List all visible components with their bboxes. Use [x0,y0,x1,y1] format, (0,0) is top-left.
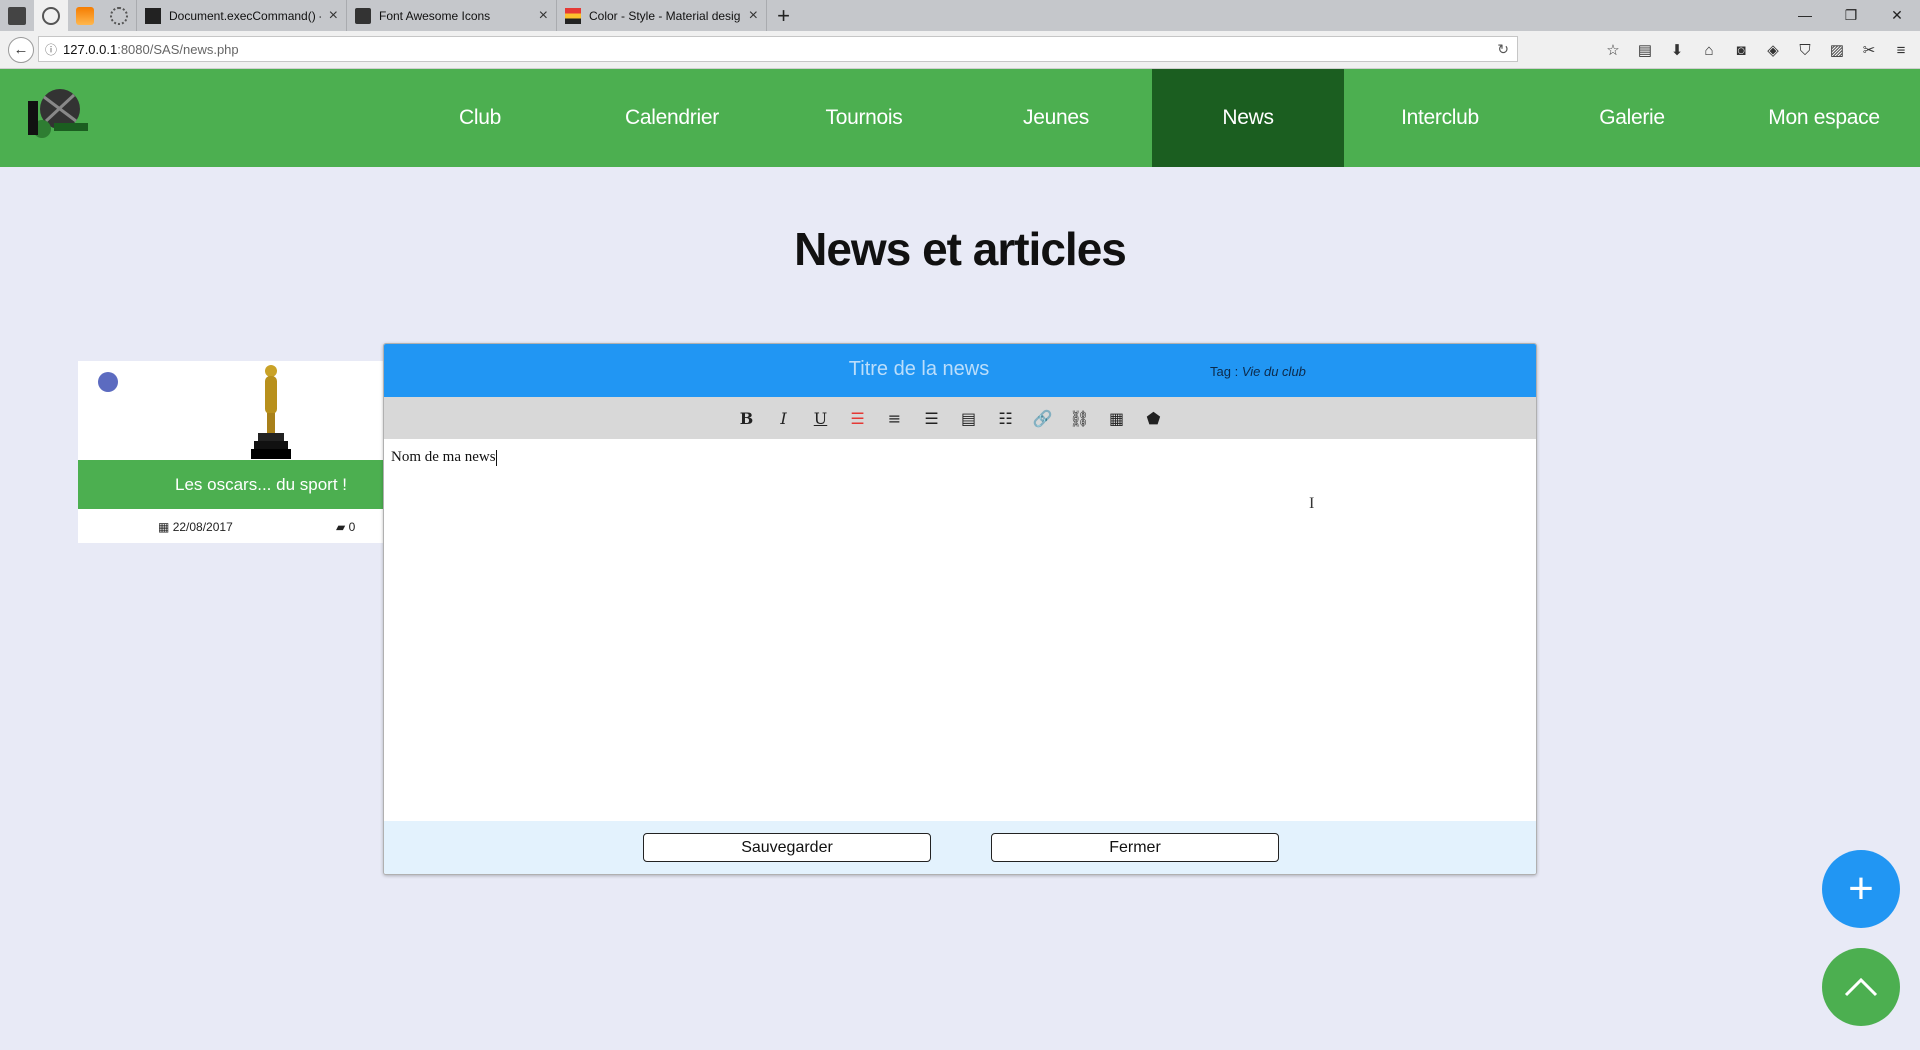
reader-icon[interactable]: ▤ [1632,37,1658,63]
browser-nav-bar: ← ⓘ 127.0.0.1:8080/SAS/news.php ↻ ☆ ▤ ⬇ … [0,31,1920,69]
chevron-up-icon [1844,977,1878,997]
close-tab-icon[interactable]: × [329,7,338,25]
download-icon[interactable]: ⬇ [1664,37,1690,63]
underline-icon[interactable]: U [809,406,833,430]
card-meta: ▦ 22/08/2017 ▰ 0 [78,509,384,543]
url-text: 127.0.0.1:8080/SAS/news.php [63,41,239,57]
align-justify-icon[interactable]: ▤ [957,406,981,430]
nav-club[interactable]: Club [384,69,576,167]
site-header: Club Calendrier Tournois Jeunes News Int… [0,69,1920,167]
editor-footer: Sauvegarder Fermer [384,821,1536,874]
video-icon [8,6,26,25]
pinned-tab-active[interactable] [34,0,68,31]
pinned-tab[interactable] [68,0,102,31]
link-icon[interactable]: 🔗 [1031,406,1055,430]
editor-content[interactable]: Nom de ma news I [384,439,1536,823]
editor-text: Nom de ma news [391,449,496,465]
browser-tab-strip: Document.execCommand() - × Font Awesome … [0,0,1920,31]
back-button[interactable]: ← [8,36,34,63]
pinned-tab[interactable] [102,0,136,31]
news-tag[interactable]: Tag : Vie du club [1210,364,1306,379]
new-tab-button[interactable]: + [766,0,800,31]
tag-label: Tag : [1210,364,1239,379]
pocket-icon[interactable]: ◙ [1728,37,1754,63]
extension-icon[interactable]: ◈ [1760,37,1786,63]
scroll-top-button[interactable] [1822,948,1900,1026]
card-comments: ▰ 0 [336,520,355,534]
add-news-button[interactable]: + [1822,850,1900,928]
tag-icon[interactable]: ⬟ [1142,406,1166,430]
text-caret [495,449,497,466]
home-icon[interactable]: ⌂ [1696,37,1722,63]
graph-icon[interactable]: ▨ [1824,37,1850,63]
news-editor-modal: Titre de la news Tag : Vie du club B I U… [383,343,1537,875]
browser-toolbar: ☆ ▤ ⬇ ⌂ ◙ ◈ ⛉ ▨ ✂ ≡ [1600,37,1914,63]
url-bar[interactable]: ⓘ 127.0.0.1:8080/SAS/news.php ↻ [38,36,1518,62]
align-right-icon[interactable]: ☰ [920,406,944,430]
align-center-icon[interactable]: ≡ [883,406,907,430]
restore-icon[interactable]: ❐ [1828,0,1874,30]
bookmark-star-icon[interactable]: ☆ [1600,37,1626,63]
close-tab-icon[interactable]: × [539,7,548,25]
date-text: 22/08/2017 [172,520,233,534]
oscar-statuette-image [251,365,291,459]
gear-icon [110,6,128,25]
card-title[interactable]: Les oscars... du sport ! [78,460,384,509]
browser-tab[interactable]: Font Awesome Icons × [346,0,556,31]
table-icon[interactable]: ▦ [1105,406,1129,430]
pinned-tab[interactable] [0,0,34,31]
bold-icon[interactable]: B [735,406,759,430]
italic-icon[interactable]: I [772,406,796,430]
browser-tab[interactable]: Color - Style - Material design × [556,0,766,31]
flag-icon [355,7,371,24]
news-card[interactable]: Les oscars... du sport ! ▦ 22/08/2017 ▰ … [78,361,384,543]
material-icon [565,7,581,24]
tag-value: Vie du club [1241,364,1306,379]
comment-count: 0 [348,520,356,534]
nav-news[interactable]: News [1152,69,1344,167]
nav-calendrier[interactable]: Calendrier [576,69,768,167]
info-icon[interactable]: ⓘ [39,41,63,58]
close-window-icon[interactable]: ✕ [1874,0,1920,30]
align-left-icon[interactable]: ☰ [846,406,870,430]
menu-icon[interactable]: ≡ [1888,37,1914,63]
mdn-icon [145,7,161,24]
tab-title: Document.execCommand() - [169,8,321,23]
page-title: News et articles [794,223,1127,275]
nav-interclub[interactable]: Interclub [1344,69,1536,167]
editor-toolbar: B I U ☰ ≡ ☰ ▤ ☷ 🔗 ⛓ ▦ ⬟ [384,397,1536,439]
nav-jeunes[interactable]: Jeunes [960,69,1152,167]
club-logo[interactable] [24,83,94,145]
close-tab-icon[interactable]: × [749,7,758,25]
editor-header: Titre de la news Tag : Vie du club [384,344,1536,397]
card-date: ▦ 22/08/2017 [158,520,233,534]
browser-tab[interactable]: Document.execCommand() - × [136,0,346,31]
shield-icon[interactable]: ⛉ [1792,37,1818,63]
window-controls: — ❐ ✕ [1782,0,1920,30]
nav-galerie[interactable]: Galerie [1536,69,1728,167]
calendar-icon: ▦ [158,520,170,534]
list-icon[interactable]: ☷ [994,406,1018,430]
tools-icon[interactable]: ✂ [1856,37,1882,63]
close-button[interactable]: Fermer [991,833,1279,862]
unlink-icon[interactable]: ⛓ [1068,406,1092,430]
plus-icon: + [1848,864,1874,913]
globe-icon [42,6,60,25]
save-button[interactable]: Sauvegarder [643,833,931,862]
tab-title: Color - Style - Material design [589,8,741,23]
nav-mon-espace[interactable]: Mon espace [1728,69,1920,167]
main-nav: Club Calendrier Tournois Jeunes News Int… [384,69,1920,167]
reload-icon[interactable]: ↻ [1497,41,1509,58]
comment-icon: ▰ [336,520,346,534]
flame-icon [76,6,94,25]
minimize-icon[interactable]: — [1782,0,1828,30]
nav-tournois[interactable]: Tournois [768,69,960,167]
tab-title: Font Awesome Icons [379,8,491,23]
status-dot [98,372,118,392]
text-cursor-icon: I [1309,495,1315,512]
